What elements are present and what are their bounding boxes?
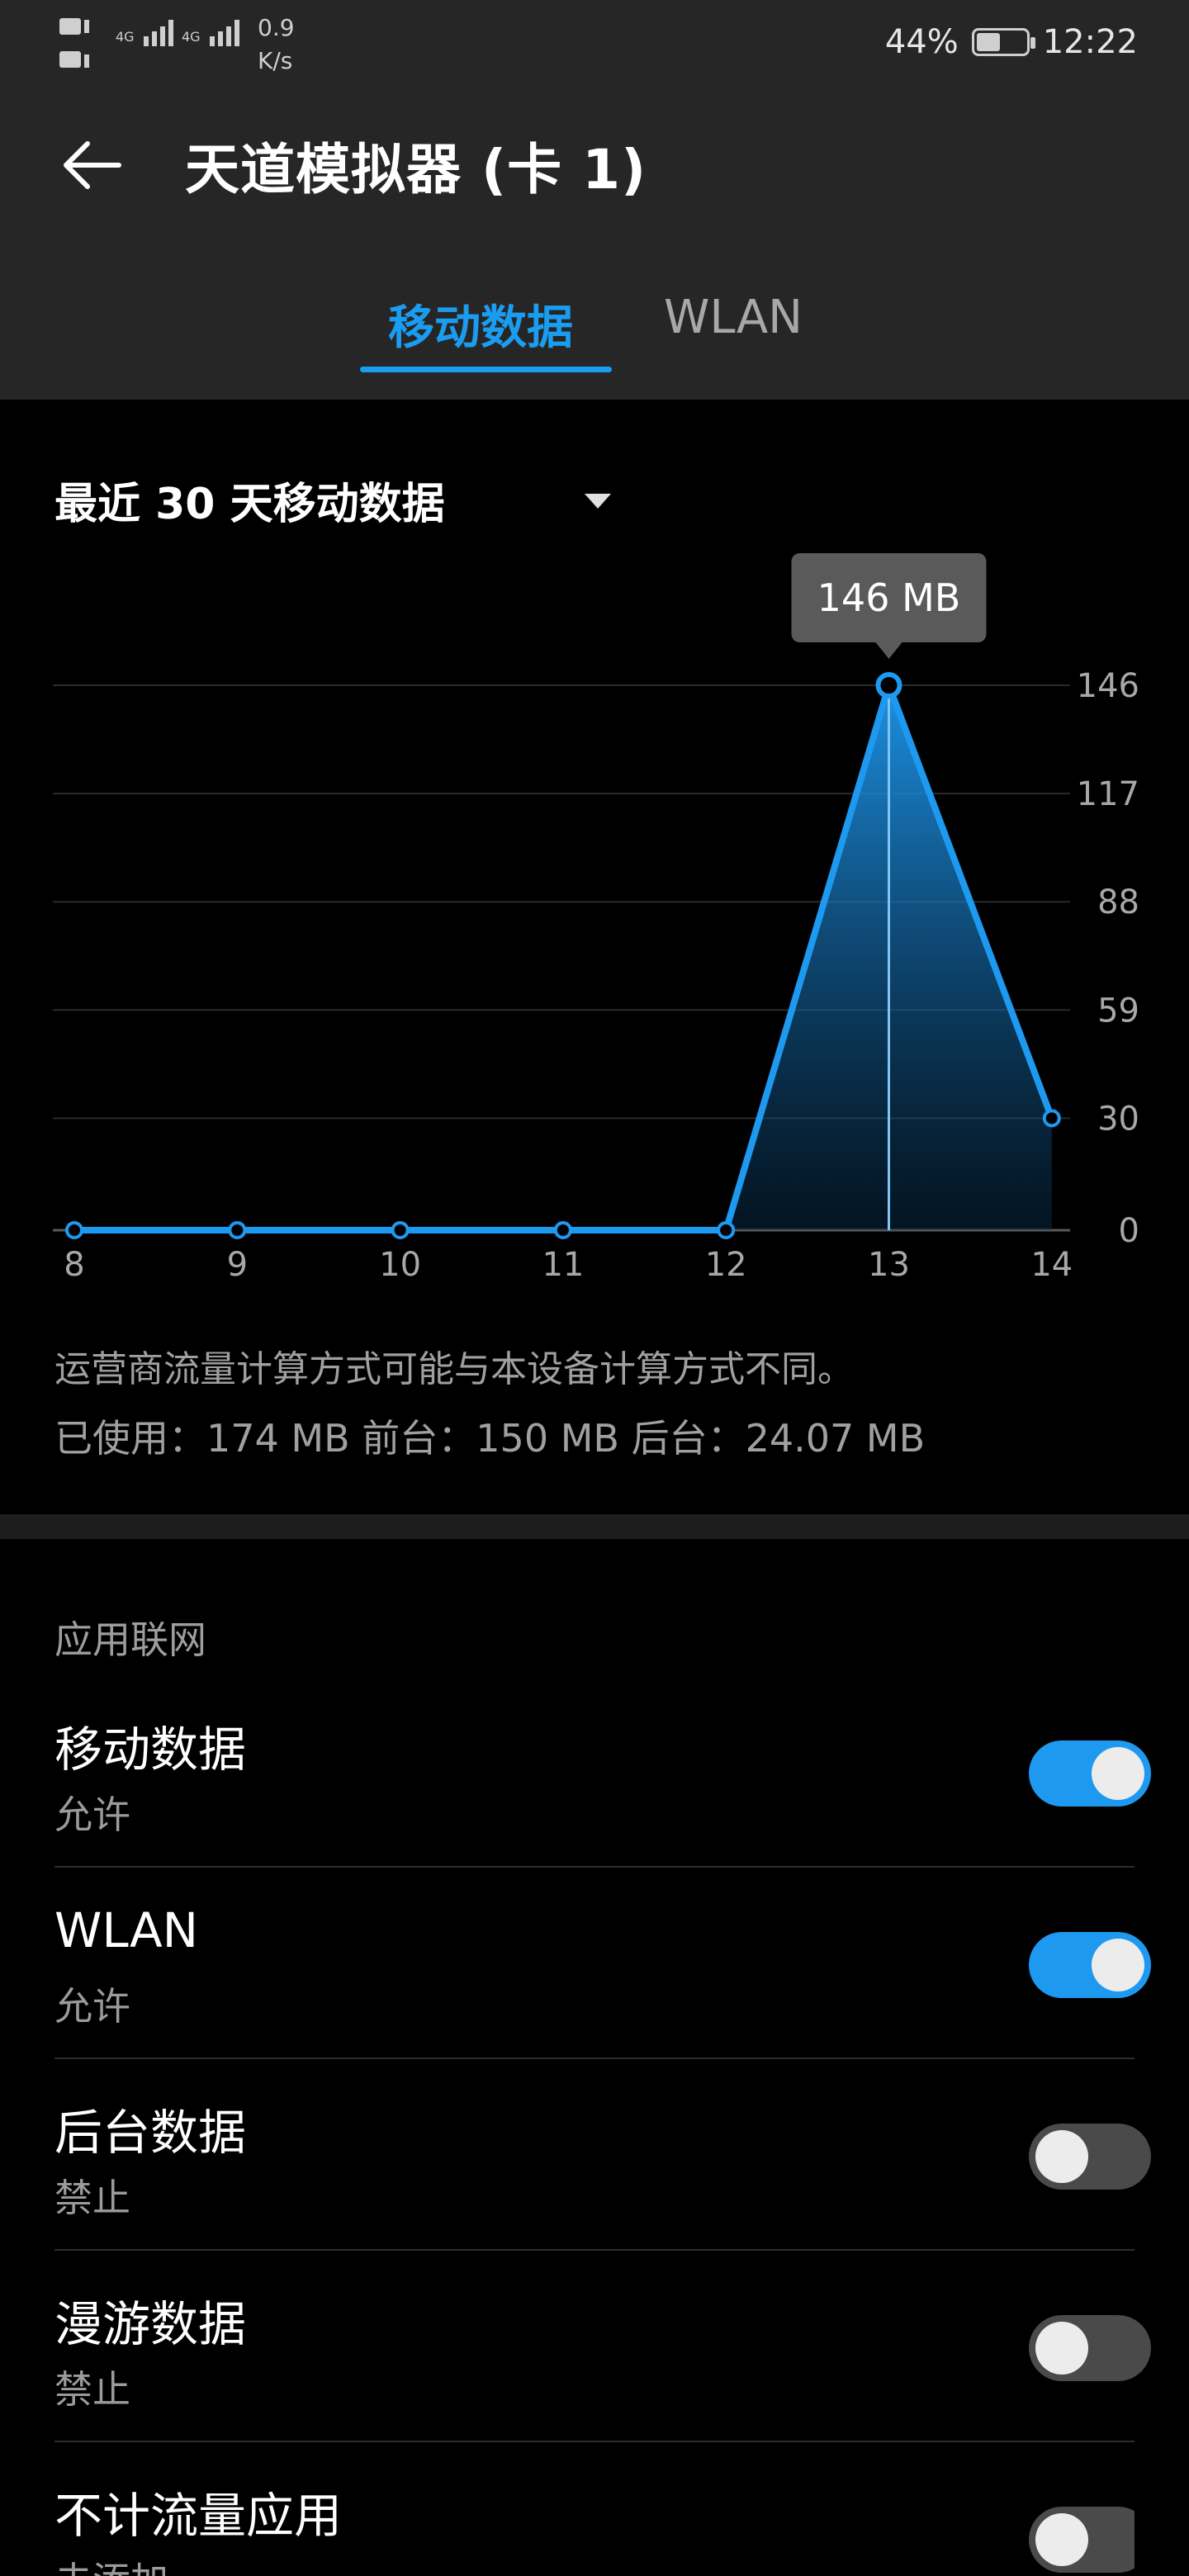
row-title: WLAN (54, 1902, 199, 1958)
active-tab-indicator (360, 367, 612, 372)
data-point[interactable] (875, 672, 902, 698)
dropdown-caret-icon[interactable] (585, 494, 611, 509)
svg-text:4G: 4G (116, 29, 135, 45)
row-roaming-data[interactable]: 漫游数据 禁止 (54, 2251, 1151, 2442)
battery-icon (971, 28, 1035, 56)
data-point[interactable] (1042, 1109, 1061, 1128)
x-tick-label: 11 (542, 1246, 584, 1284)
carrier-note: 运营商流量计算方式可能与本设备计算方式不同。 (54, 1348, 854, 1390)
page-title: 天道模拟器 (卡 1) (185, 138, 647, 201)
battery-percent: 44% (884, 23, 959, 61)
row-title: 移动数据 (54, 1721, 247, 1778)
usage-summary: 已使用：174 MB 前台：150 MB 后台：24.07 MB (54, 1416, 926, 1461)
y-tick-label: 59 (1097, 992, 1139, 1030)
back-arrow-icon (64, 141, 121, 189)
data-point[interactable] (228, 1221, 247, 1239)
section-divider (0, 1514, 1189, 1539)
background-data-toggle[interactable] (1029, 2124, 1151, 2190)
row-unmetered-apps[interactable]: 不计流量应用 未添加 (54, 2442, 1135, 2576)
row-title: 漫游数据 (54, 2296, 247, 2352)
x-tick-label: 12 (705, 1246, 747, 1284)
clock: 12:22 (1042, 23, 1138, 61)
row-status: 禁止 (54, 2367, 130, 2412)
row-title: 不计流量应用 (54, 2488, 343, 2544)
x-tick-label: 14 (1030, 1246, 1073, 1284)
data-point[interactable] (65, 1221, 83, 1239)
row-mobile-data[interactable]: 移动数据 允许 (54, 1676, 1151, 1868)
tooltip-pointer (875, 642, 902, 659)
section-label-app-network: 应用联网 (54, 1617, 206, 1662)
data-point[interactable] (391, 1221, 410, 1239)
y-tick-label: 146 (1077, 667, 1139, 705)
network-speed: 0.9 K/s (258, 12, 295, 78)
unmetered-apps-toggle[interactable] (1029, 2507, 1135, 2573)
mobile-data-toggle[interactable] (1029, 1740, 1151, 1807)
row-title: 后台数据 (54, 2105, 247, 2161)
back-button[interactable] (59, 132, 126, 198)
row-status: 允许 (54, 1792, 130, 1837)
usage-chart-svg: 146 117 88 59 30 0 8 9 10 11 12 13 14 146 MB (53, 553, 1139, 1284)
y-tick-label: 117 (1077, 775, 1139, 813)
row-status: 允许 (54, 1984, 130, 2029)
x-tick-label: 9 (227, 1246, 248, 1284)
row-background-data[interactable]: 后台数据 禁止 (54, 2059, 1151, 2251)
x-tick-label: 13 (868, 1246, 910, 1284)
tooltip-label: 146 MB (817, 575, 961, 620)
roaming-data-toggle[interactable] (1029, 2315, 1151, 2381)
network-speed-value: 0.9 (258, 14, 295, 41)
data-point[interactable] (717, 1221, 736, 1239)
x-tick-label: 8 (64, 1246, 84, 1284)
y-tick-label: 30 (1097, 1100, 1139, 1138)
y-tick-label: 0 (1119, 1212, 1139, 1250)
data-point[interactable] (553, 1221, 572, 1239)
row-status: 禁止 (54, 2176, 130, 2220)
status-bar-right: 44% 12:22 (885, 21, 1138, 63)
period-selector-label[interactable]: 最近 30 天移动数据 (54, 469, 445, 531)
row-wlan[interactable]: WLAN 允许 (54, 1868, 1151, 2059)
svg-text:4G: 4G (182, 29, 201, 45)
series-area (74, 685, 1052, 1230)
y-tick-label: 88 (1097, 883, 1139, 921)
tab-mobile-data[interactable]: 移动数据 (388, 291, 573, 358)
row-status: 未添加 (54, 2551, 168, 2576)
network-speed-unit: K/s (258, 47, 293, 74)
tab-wlan[interactable]: WLAN (664, 291, 803, 344)
wlan-toggle[interactable] (1029, 1932, 1151, 1998)
usage-chart: 146 117 88 59 30 0 8 9 10 11 12 13 14 146 MB (0, 537, 1189, 1296)
x-tick-label: 10 (379, 1246, 421, 1284)
